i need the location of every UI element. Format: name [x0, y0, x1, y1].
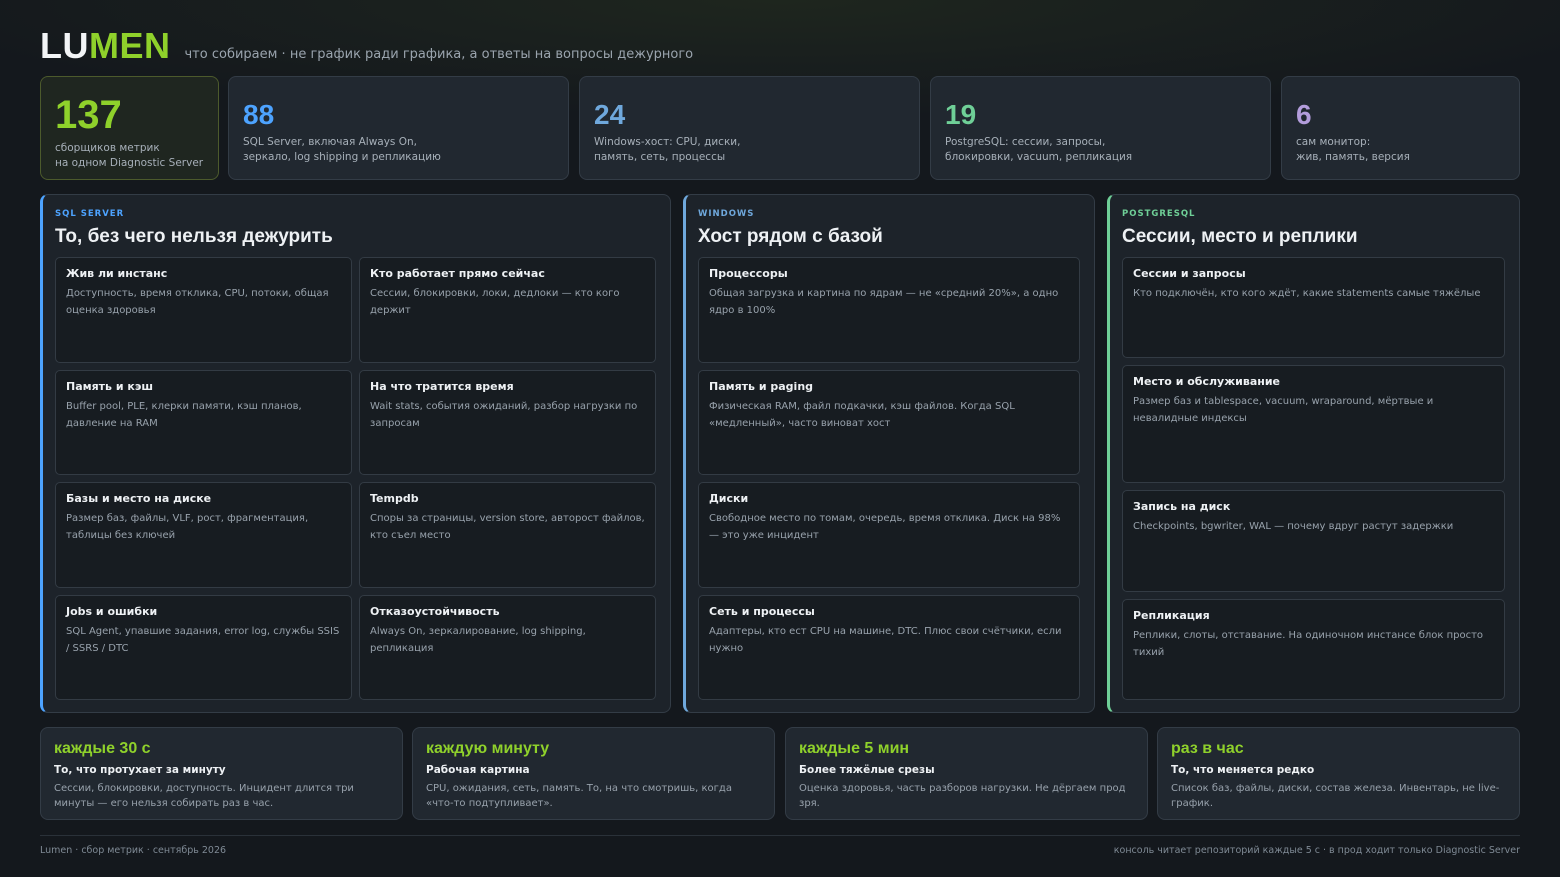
- metric-card-title: Жив ли инстанс: [66, 267, 168, 280]
- frequency-period: каждую минуту: [426, 740, 550, 757]
- metric-card: На что тратится время Wait stats, события…: [359, 369, 656, 475]
- metric-card-title: Отказоустойчивость: [370, 604, 500, 618]
- frequency-description: Список баз, файлы, диски, состав железа.…: [1171, 783, 1500, 809]
- footer-divider: [40, 835, 1520, 836]
- metric-card: Отказоустойчивость Always On, зеркалирова…: [359, 594, 656, 700]
- stat-description: SQL Server, включая Always On, зеркало, …: [243, 136, 441, 163]
- metric-card-description: Сессии, блокировки, локи, дедлоки — кто …: [370, 288, 620, 316]
- footer-left-text: Lumen · сбор метрик · сентябрь 2026: [40, 845, 227, 856]
- stat-description: Windows-хост: CPU, диски, память, сеть, …: [594, 136, 741, 163]
- metric-card: Память и paging Физическая RAM, файл подк…: [698, 369, 1080, 475]
- metric-card-title: Кто работает прямо сейчас: [370, 267, 545, 280]
- metric-card-title: Память и кэш: [66, 379, 154, 393]
- page-tagline: что собираем · не график ради графика, а…: [184, 47, 694, 62]
- frequency-description: Сессии, блокировки, доступность. Инциден…: [54, 783, 354, 809]
- metric-card-description: Общая загрузка и картина по ядрам — не «…: [709, 288, 1059, 316]
- panel-title: Хост рядом с базой: [698, 226, 883, 247]
- stat-card: 6 сам монитор: жив, память, версия: [1281, 76, 1520, 180]
- frequency-period: раз в час: [1171, 740, 1244, 757]
- metric-card: Жив ли инстанс Доступность, время отклика…: [55, 257, 352, 363]
- metric-card-description: SQL Agent, упавшие задания, error log, с…: [66, 625, 340, 654]
- metric-card: Tempdb Споры за страницы, version store, …: [359, 482, 656, 588]
- frequency-subtitle: То, что протухает за минуту: [54, 764, 226, 776]
- metric-card-description: Доступность, время отклика, CPU, потоки,…: [66, 288, 329, 316]
- metric-card-description: Always On, зеркалирование, log shipping,…: [370, 625, 586, 654]
- metric-card-description: Споры за страницы, version store, автоpо…: [370, 513, 645, 541]
- frequency-subtitle: Рабочая картина: [426, 764, 530, 776]
- stat-card: 24 Windows-хост: CPU, диски, память, сеть…: [579, 76, 920, 180]
- metric-card-title: Tempdb: [370, 492, 419, 505]
- metric-card-description: Адаптеры, кто ест CPU на машине, DTC. Пл…: [709, 625, 1062, 654]
- metric-card-title: Jobs и ошибки: [66, 604, 158, 618]
- metric-card-description: Реплики, слоты, отставание. На одиночном…: [1133, 629, 1484, 658]
- metric-card-description: Checkpoints, bgwriter, WAL — почему вдру…: [1133, 521, 1454, 533]
- frequency-description: Оценка здоровья, часть разборов нагрузки…: [799, 783, 1126, 809]
- metric-card-title: Процессоры: [709, 267, 788, 280]
- footer-right-text: консоль читает репозиторий каждые 5 с · …: [1113, 845, 1520, 856]
- panel-tag: SQL SERVER: [55, 209, 125, 219]
- metric-card-description: Wait stats, события ожиданий, разбор наг…: [370, 400, 638, 429]
- metric-card-description: Физическая RAM, файл подкачки, кэш файло…: [709, 400, 1015, 429]
- frequency-description: CPU, ожидания, сеть, память. То, на что …: [426, 783, 732, 809]
- metric-card-title: Память и paging: [709, 379, 814, 393]
- metric-card: Место и обслуживание Размер баз и tablesp…: [1122, 365, 1505, 484]
- stat-value: 19: [945, 99, 977, 130]
- metric-card-description: Buffer pool, PLE, клерки памяти, кэш пла…: [66, 400, 302, 429]
- metric-card-description: Размер баз и tablespace, vacuum, wraparo…: [1133, 396, 1434, 425]
- metric-card-description: Размер баз, файлы, VLF, рост, фрагментац…: [66, 513, 309, 541]
- stat-card: 19 PostgreSQL: сессии, запросы, блокировк…: [930, 76, 1271, 180]
- page-header: LUMEN что собираем · не график ради граф…: [40, 26, 693, 66]
- metric-card-title: Репликация: [1133, 608, 1210, 622]
- panel-sql-server: SQL SERVER То, без чего нельзя дежурить Жи…: [40, 194, 671, 713]
- panel-title: Сессии, место и реплики: [1122, 226, 1358, 247]
- metric-card: Репликация Реплики, слоты, отставание. На…: [1122, 598, 1505, 700]
- frequency-card: раз в час То, что меняется редко Список ба…: [1157, 727, 1520, 820]
- panel-tag: POSTGRESQL: [1122, 209, 1196, 219]
- stat-description: сам монитор: жив, память, версия: [1296, 136, 1410, 163]
- metric-card: Процессоры Общая загрузка и картина по яд…: [698, 257, 1080, 363]
- metric-card-title: Запись на диск: [1133, 500, 1231, 514]
- stat-card: 88 SQL Server, включая Always On, зеркало…: [228, 76, 569, 180]
- stat-value: 6: [1296, 99, 1312, 130]
- frequency-period: каждые 30 с: [54, 740, 151, 757]
- metric-card-title: Диски: [709, 492, 749, 505]
- panel-card-grid: Процессоры Общая загрузка и картина по яд…: [698, 257, 1080, 700]
- stat-card: 137 сборщиков метрик на одном Diagnostic …: [40, 76, 219, 180]
- frequency-card: каждые 5 мин Более тяжёлые срезы Оценка зд…: [785, 727, 1148, 820]
- metric-card-title: Сессии и запросы: [1133, 267, 1246, 280]
- frequency-card: каждые 30 с То, что протухает за минуту Се…: [40, 727, 403, 820]
- stat-value: 24: [594, 99, 626, 130]
- metric-card: Запись на диск Checkpoints, bgwriter, WAL…: [1122, 490, 1505, 592]
- frequency-period: каждые 5 мин: [799, 740, 910, 757]
- panel-windows: WINDOWS Хост рядом с базой Процессоры Общая…: [683, 194, 1095, 713]
- metric-card-description: Свободное место по томам, очередь, время…: [709, 513, 1061, 541]
- panel-card-grid: Сессии и запросы Кто подключён, кто кого …: [1122, 257, 1505, 700]
- panel-tag: WINDOWS: [698, 209, 755, 219]
- stat-value: 137: [55, 93, 122, 137]
- metric-card-title: Базы и место на диске: [66, 492, 212, 505]
- metric-card: Кто работает прямо сейчас Сессии, блокиро…: [359, 257, 656, 363]
- stats-row: 137 сборщиков метрик на одном Diagnostic …: [40, 76, 1520, 180]
- metric-card-description: Кто подключён, кто кого ждёт, какие stat…: [1133, 288, 1481, 299]
- frequency-subtitle: Более тяжёлые срезы: [799, 764, 935, 776]
- metric-card: Базы и место на диске Размер баз, файлы, …: [55, 482, 352, 588]
- frequency-card: каждую минуту Рабочая картина CPU, ожидани…: [412, 727, 775, 820]
- frequency-subtitle: То, что меняется редко: [1171, 764, 1315, 776]
- panel-title: То, без чего нельзя дежурить: [55, 226, 333, 247]
- metric-card-title: Сеть и процессы: [709, 604, 815, 618]
- frequency-row: каждые 30 с То, что протухает за минуту Се…: [40, 727, 1520, 820]
- metric-card: Jobs и ошибки SQL Agent, упавшие задания,…: [55, 594, 352, 700]
- lumen-logo: LUMEN: [40, 25, 171, 66]
- metric-card: Память и кэш Buffer pool, PLE, клерки пам…: [55, 369, 352, 475]
- metric-card: Диски Свободное место по томам, очередь, …: [698, 482, 1080, 588]
- metric-card-title: На что тратится время: [370, 379, 514, 393]
- stat-value: 88: [243, 99, 275, 130]
- metric-card: Сессии и запросы Кто подключён, кто кого …: [1122, 257, 1505, 359]
- stat-description: PostgreSQL: сессии, запросы, блокировки,…: [945, 136, 1133, 163]
- metric-card: Сеть и процессы Адаптеры, кто ест CPU на …: [698, 594, 1080, 700]
- stat-description: сборщиков метрик на одном Diagnostic Ser…: [55, 142, 204, 169]
- panel-card-grid: Жив ли инстанс Доступность, время отклика…: [55, 257, 656, 700]
- panel-postgresql: POSTGRESQL Сессии, место и реплики Сессии …: [1107, 194, 1520, 713]
- metric-card-title: Место и обслуживание: [1133, 375, 1281, 389]
